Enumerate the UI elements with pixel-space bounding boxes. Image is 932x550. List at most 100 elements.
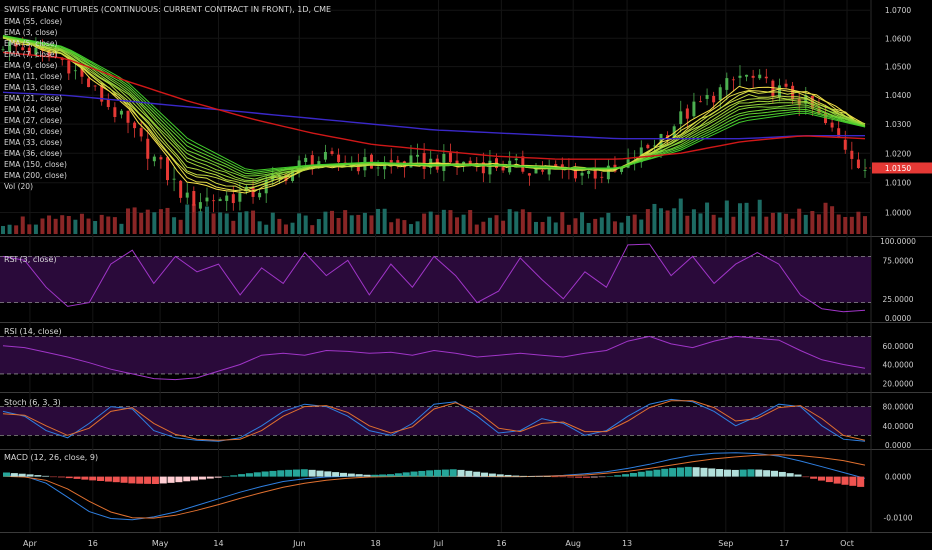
rsi14-title: RSI (14, close) — [4, 327, 62, 336]
up-candle — [304, 157, 308, 162]
x-tick-label: 16 — [88, 539, 98, 548]
volume-bar-down — [816, 214, 821, 234]
macd-hist-bar-neg — [151, 476, 159, 484]
down-candle — [159, 157, 163, 160]
macd-hist-bar-neg — [833, 476, 841, 484]
volume-bar-up — [73, 219, 78, 234]
price-tick-label: 1.0000 — [885, 209, 911, 218]
x-tick-label: 17 — [779, 539, 789, 548]
volume-bar-up — [204, 206, 209, 234]
volume-bar-up — [606, 212, 611, 234]
volume-bar-up — [428, 211, 433, 234]
volume-bar-up — [514, 211, 519, 234]
volume-bar-down — [60, 215, 65, 234]
macd-hist-bar-pos — [723, 469, 731, 477]
macd-hist-bar-neg — [112, 476, 120, 483]
x-tick-label: May — [152, 539, 169, 548]
volume-bar-up — [172, 217, 177, 234]
up-candle — [218, 199, 222, 202]
legend-entry: Vol (20) — [4, 182, 33, 191]
down-candle — [87, 78, 91, 88]
volume-bar-up — [639, 219, 644, 234]
up-candle — [73, 70, 77, 72]
macd-hist-bar-neg — [89, 476, 97, 481]
macd-hist-bar-pos — [441, 469, 449, 477]
up-candle — [225, 195, 229, 201]
volume-bar-down — [79, 213, 84, 234]
down-candle — [850, 150, 854, 159]
up-candle — [620, 168, 624, 172]
volume-bar-up — [724, 200, 729, 234]
stoch-tick-label: 40.0000 — [882, 422, 913, 431]
rsi14-tick-label: 60.0000 — [882, 342, 913, 351]
volume-bar-down — [158, 209, 163, 234]
volume-bar-down — [731, 216, 736, 234]
macd-hist-bar-neg — [175, 476, 183, 483]
up-candle — [198, 202, 202, 209]
legend-entry: EMA (13, close) — [4, 83, 62, 92]
stoch-band — [0, 406, 871, 436]
down-candle — [113, 107, 117, 117]
up-candle — [376, 167, 380, 169]
price-tick-label: 1.0500 — [885, 63, 911, 72]
volume-bar-up — [362, 212, 367, 234]
macd-hist-bar-pos — [606, 476, 614, 477]
volume-bar-up — [376, 208, 381, 234]
macd-hist-bar-pos — [426, 470, 434, 477]
volume-bar-up — [218, 212, 223, 234]
up-candle — [488, 160, 492, 175]
macd-hist-bar-neg — [191, 476, 199, 481]
volume-bar-down — [573, 218, 578, 234]
macd-hist-bar-pos — [394, 473, 402, 477]
rsi3-tick-label: 75.0000 — [882, 256, 913, 265]
down-candle — [843, 139, 847, 150]
down-candle — [541, 170, 545, 172]
macd-hist-bar-pos — [629, 472, 637, 477]
macd-hist-bar-pos — [473, 471, 481, 477]
macd-hist-bar-pos — [543, 476, 551, 477]
up-candle — [738, 75, 742, 78]
macd-hist-bar-pos — [292, 469, 300, 477]
rsi3-tick-label: 100.0000 — [880, 237, 916, 246]
volume-bar-down — [112, 217, 117, 234]
volume-bar-down — [784, 213, 789, 234]
volume-bar-down — [520, 209, 525, 234]
volume-bar-down — [86, 218, 91, 234]
macd-hist-bar-pos — [684, 466, 692, 477]
volume-bar-down — [20, 216, 25, 234]
macd-hist-bar-pos — [614, 475, 622, 477]
macd-hist-bar-neg — [810, 476, 818, 479]
down-candle — [712, 95, 716, 103]
volume-bar-down — [211, 213, 216, 234]
volume-bar-down — [435, 214, 440, 234]
macd-hist-bar-pos — [402, 472, 410, 477]
macd-hist-bar-pos — [347, 473, 355, 477]
up-candle — [205, 197, 209, 202]
volume-bar-up — [119, 223, 124, 234]
volume-bar-down — [566, 224, 571, 234]
volume-bar-down — [369, 215, 374, 234]
volume-bar-up — [382, 208, 387, 234]
down-candle — [600, 176, 604, 178]
volume-bar-up — [698, 213, 703, 234]
volume-bar-down — [849, 216, 854, 234]
rsi14-band — [0, 336, 871, 374]
macd-hist-bar-neg — [849, 476, 857, 486]
legend-entry: EMA (55, close) — [4, 17, 62, 26]
futures-chart[interactable]: Apr 16 May 14 Jun 18 Jul 16 Aug 13 Sep 17 Oct 1.0000 1… — [0, 0, 932, 550]
macd-hist-bar-neg — [857, 476, 865, 487]
macd-hist-bar-pos — [488, 473, 496, 477]
macd-hist-bar-neg — [206, 476, 214, 479]
volume-bar-up — [1, 225, 5, 234]
volume-bar-down — [126, 208, 131, 234]
down-candle — [856, 159, 860, 169]
legend-entry: EMA (21, close) — [4, 94, 62, 103]
x-tick-label: Apr — [23, 539, 38, 548]
up-candle — [172, 178, 176, 180]
up-candle — [863, 170, 867, 171]
up-candle — [238, 193, 242, 202]
down-candle — [67, 60, 71, 74]
macd-tick-label: -0.0100 — [884, 514, 913, 523]
x-tick-label: Jun — [292, 539, 306, 548]
volume-bar-up — [599, 217, 604, 234]
